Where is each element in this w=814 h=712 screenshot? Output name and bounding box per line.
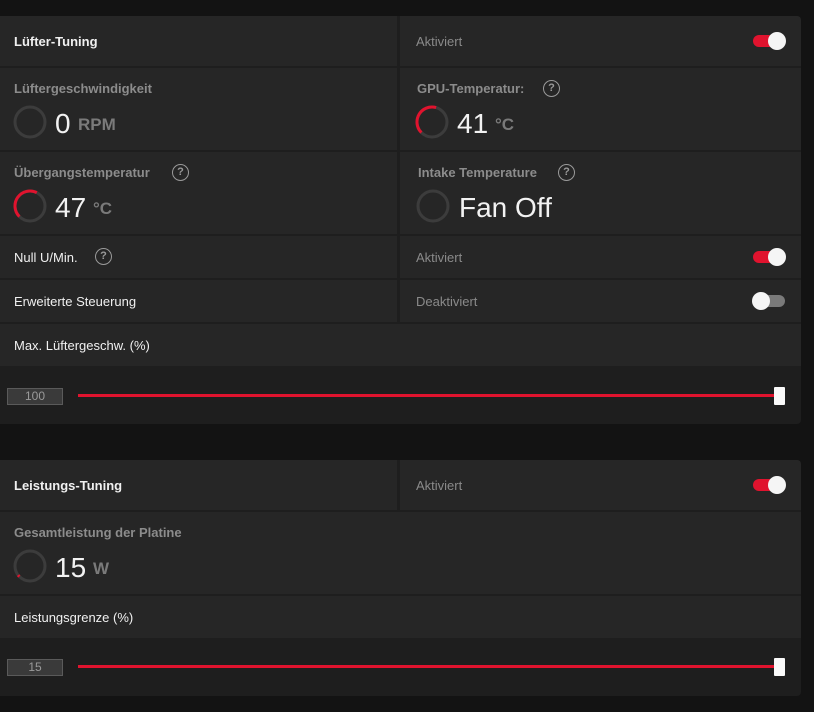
fan-speed-gauge bbox=[13, 105, 47, 139]
power-limit-track[interactable] bbox=[78, 665, 780, 668]
gpu-temperature-label: GPU-Temperatur: bbox=[417, 81, 525, 96]
advanced-control-status: Deaktiviert bbox=[416, 294, 478, 309]
junction-temperature-value: 47 bbox=[55, 192, 87, 223]
fan-speed-unit: RPM bbox=[78, 115, 116, 134]
gpu-temperature-metric: GPU-Temperatur: ? 41 °C bbox=[400, 68, 801, 150]
gpu-temperature-unit: °C bbox=[495, 115, 515, 134]
fan-speed-metric: Lüftergeschwindigkeit 0 RPM bbox=[0, 68, 397, 150]
power-limit-input[interactable]: 15 bbox=[7, 659, 63, 676]
zero-rpm-toggle[interactable] bbox=[753, 248, 786, 266]
junction-temperature-gauge bbox=[13, 189, 47, 223]
fan-tuning-panel: Lüfter-Tuning Aktiviert Lüftergeschwindi… bbox=[0, 16, 801, 424]
question-circle-icon[interactable]: ? bbox=[172, 164, 189, 181]
max-fan-speed-label: Max. Lüftergeschw. (%) bbox=[14, 338, 150, 353]
fan-speed-value: 0 bbox=[55, 108, 71, 139]
fan-tuning-title: Lüfter-Tuning bbox=[14, 34, 98, 49]
junction-temperature-unit: °C bbox=[93, 199, 113, 218]
intake-temperature-gauge bbox=[416, 189, 450, 223]
fan-tuning-status: Aktiviert bbox=[416, 34, 463, 49]
max-fan-speed-track[interactable] bbox=[78, 394, 780, 397]
junction-temperature-metric: Übergangstemperatur ? 47 °C bbox=[0, 152, 397, 234]
intake-temperature-metric: Intake Temperature ? Fan Off bbox=[400, 152, 801, 234]
question-circle-icon[interactable]: ? bbox=[95, 248, 112, 265]
junction-temperature-label: Übergangstemperatur bbox=[14, 165, 150, 180]
board-power-value: 15 bbox=[55, 552, 87, 583]
question-circle-icon[interactable]: ? bbox=[558, 164, 575, 181]
gpu-temperature-gauge bbox=[415, 105, 449, 139]
power-tuning-header: Leistungs-Tuning Aktiviert bbox=[0, 460, 801, 510]
advanced-control-toggle[interactable] bbox=[752, 292, 785, 310]
fan-tuning-header: Lüfter-Tuning Aktiviert bbox=[0, 16, 801, 66]
fan-tuning-toggle[interactable] bbox=[753, 32, 786, 50]
board-power-unit: W bbox=[93, 559, 110, 578]
gpu-temperature-value: 41 bbox=[457, 108, 489, 139]
power-limit-thumb[interactable] bbox=[774, 658, 785, 676]
board-power-label: Gesamtleistung der Platine bbox=[14, 525, 182, 540]
zero-rpm-label: Null U/Min. bbox=[14, 250, 78, 265]
power-limit-slider-row: 15 bbox=[0, 640, 801, 696]
zero-rpm-status: Aktiviert bbox=[416, 250, 463, 265]
intake-temperature-label: Intake Temperature bbox=[418, 165, 537, 180]
question-circle-icon[interactable]: ? bbox=[543, 80, 560, 97]
power-tuning-panel: Leistungs-Tuning Aktiviert Gesamtleistun… bbox=[0, 460, 801, 696]
power-limit-label: Leistungsgrenze (%) bbox=[14, 610, 134, 625]
board-power-gauge bbox=[13, 549, 47, 583]
fan-speed-label: Lüftergeschwindigkeit bbox=[14, 81, 152, 96]
max-fan-speed-input[interactable]: 100 bbox=[7, 388, 63, 405]
board-power-metric: Gesamtleistung der Platine 15 W bbox=[0, 512, 801, 594]
advanced-control-label: Erweiterte Steuerung bbox=[14, 294, 137, 309]
power-tuning-status: Aktiviert bbox=[416, 478, 463, 493]
max-fan-speed-thumb[interactable] bbox=[774, 387, 785, 405]
max-fan-speed-slider-row: 100 bbox=[0, 368, 801, 424]
power-tuning-toggle[interactable] bbox=[753, 476, 786, 494]
intake-temperature-value: Fan Off bbox=[459, 192, 552, 223]
power-tuning-title: Leistungs-Tuning bbox=[14, 478, 123, 493]
